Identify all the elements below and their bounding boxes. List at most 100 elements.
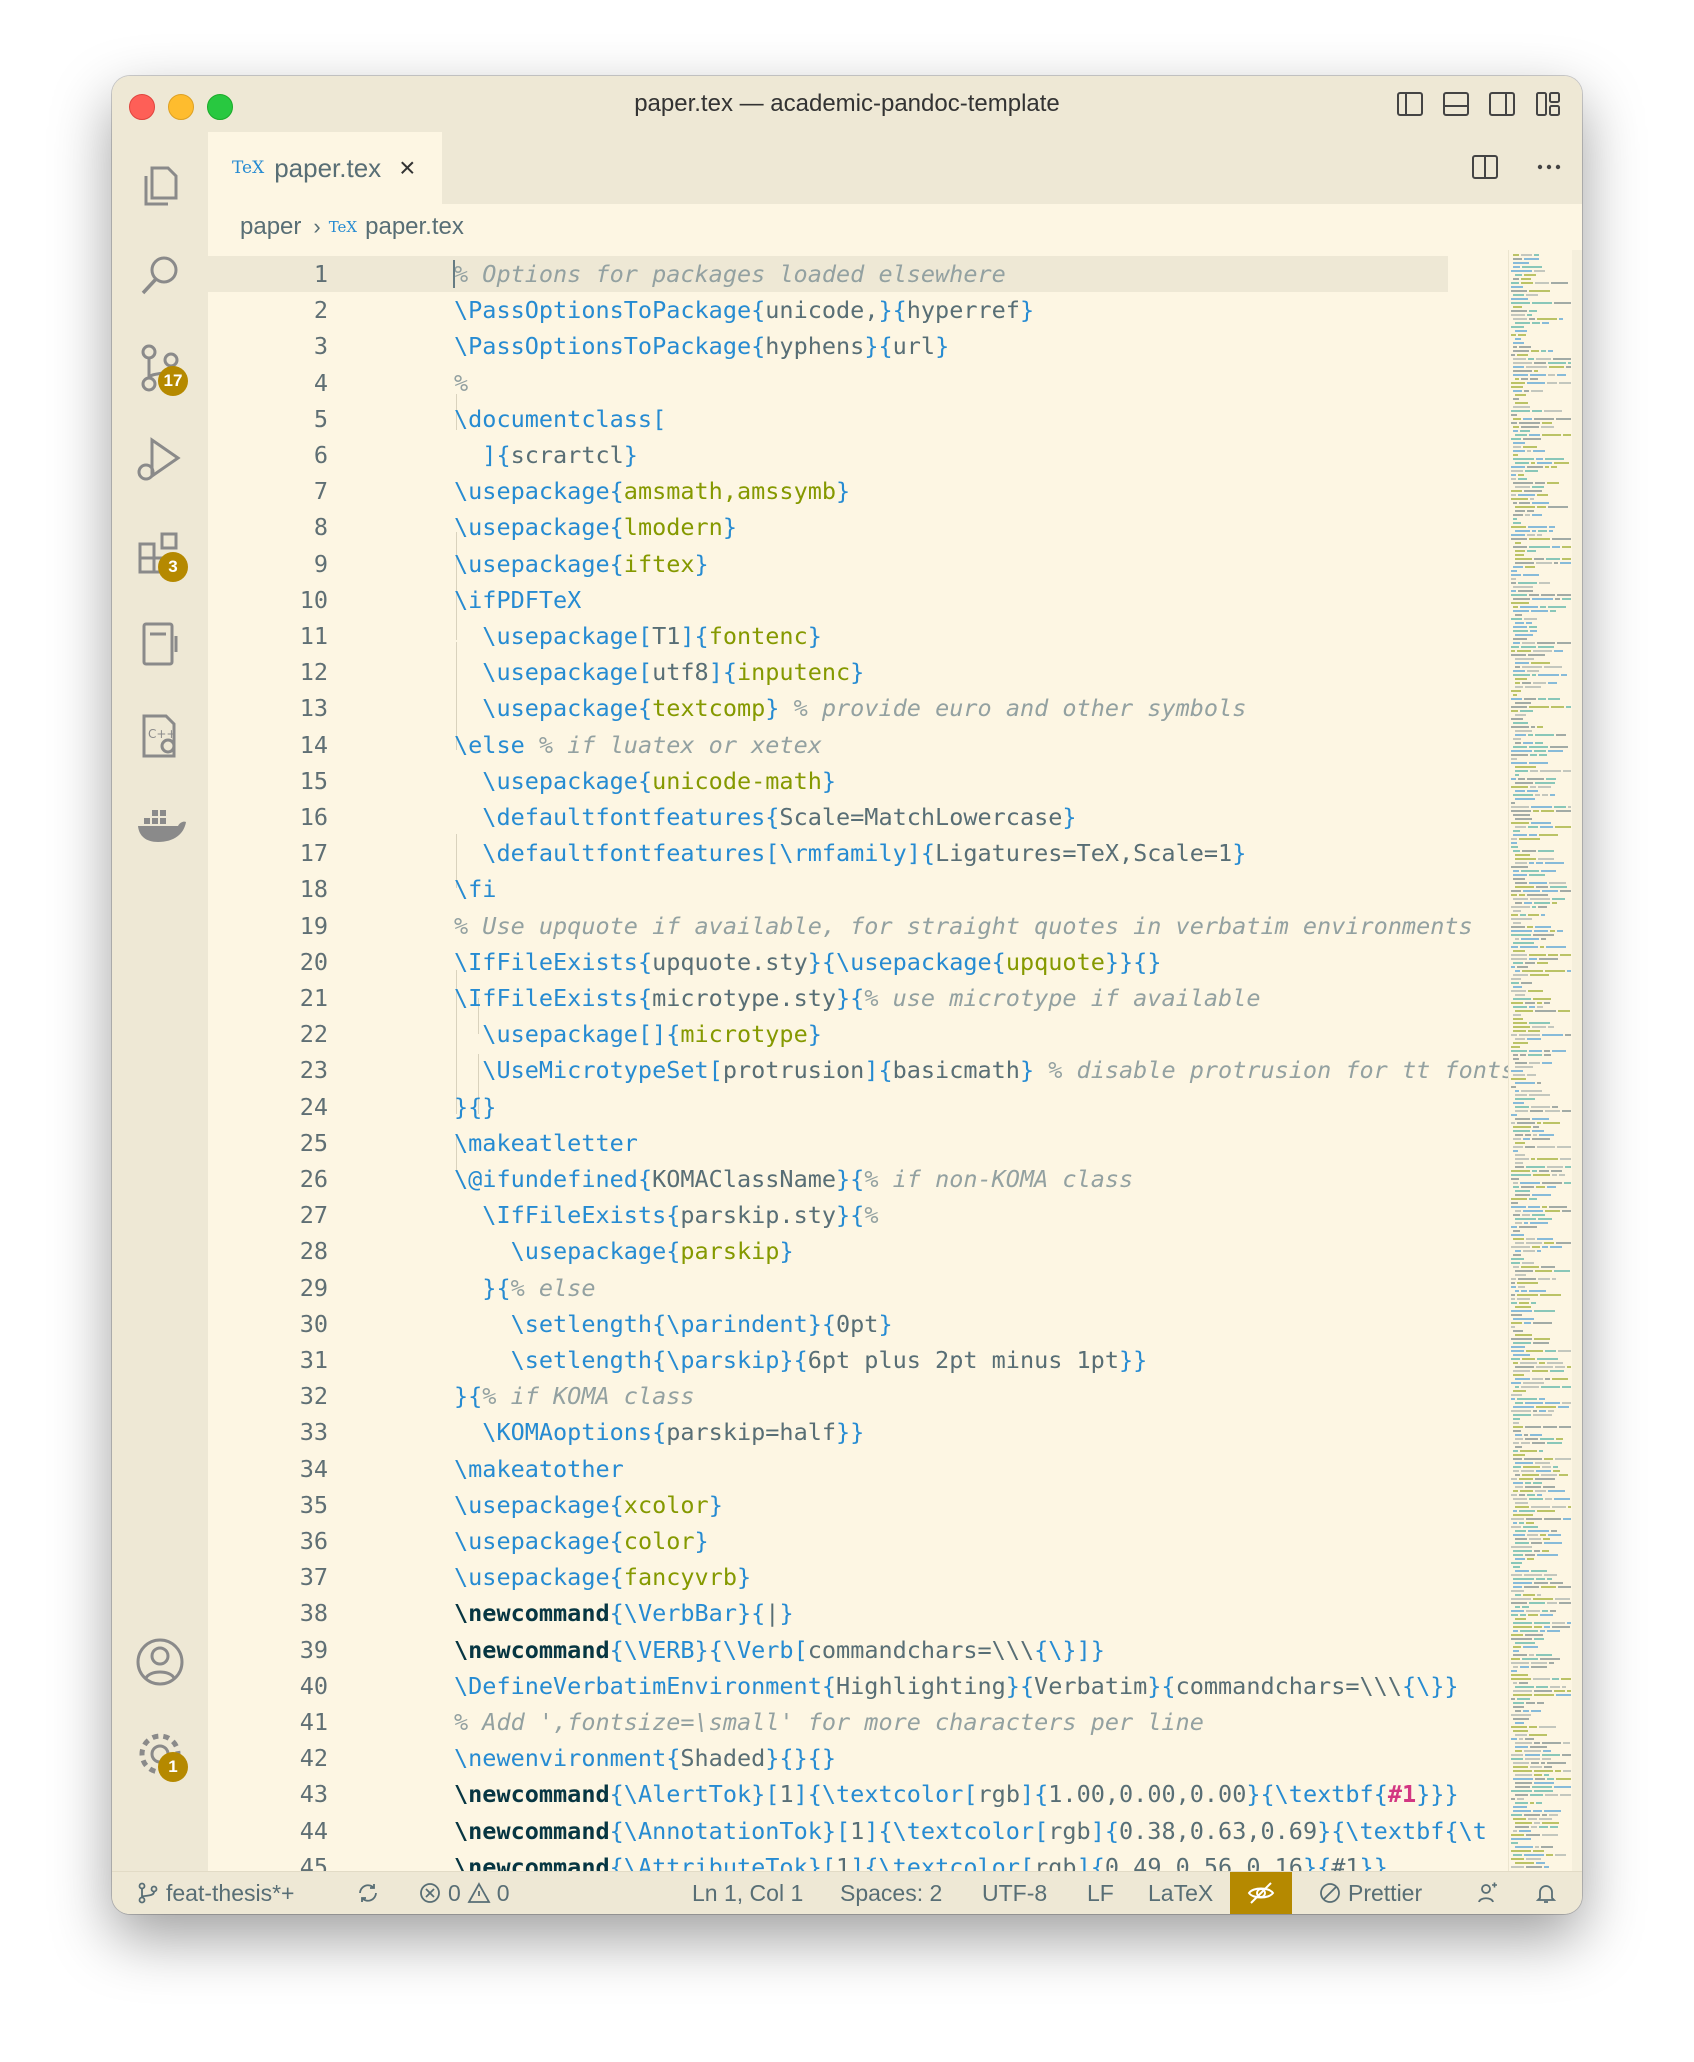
account-icon[interactable]: [132, 1634, 188, 1690]
code-line[interactable]: 17 \defaultfontfeatures[\rmfamily]{Ligat…: [208, 835, 1508, 871]
code-line[interactable]: 6 ]{scrartcl}: [208, 437, 1508, 473]
settings-gear-icon[interactable]: 1: [132, 1726, 188, 1782]
cursor-position[interactable]: Ln 1, Col 1: [692, 1872, 803, 1914]
source-control-icon[interactable]: 17: [132, 340, 188, 396]
problems-status[interactable]: 0 0: [418, 1872, 510, 1914]
code-line[interactable]: 38 \newcommand{\VerbBar}{|}: [208, 1595, 1508, 1631]
breadcrumb-file[interactable]: paper.tex: [365, 213, 464, 241]
feedback-icon[interactable]: [1476, 1872, 1500, 1914]
code-line[interactable]: 4%: [208, 365, 1508, 401]
code-line[interactable]: 25 \makeatletter: [208, 1125, 1508, 1161]
close-tab-icon[interactable]: ×: [399, 152, 415, 184]
code-line[interactable]: 35 \usepackage{xcolor}: [208, 1487, 1508, 1523]
code-line[interactable]: 29 }{% else: [208, 1270, 1508, 1306]
explorer-icon[interactable]: [132, 158, 188, 214]
tab-paper-tex[interactable]: TeX paper.tex ×: [208, 132, 442, 204]
minimap-line: [1515, 1742, 1532, 1744]
minimap-line: [1513, 1470, 1519, 1472]
code-line[interactable]: 27 \IfFileExists{parskip.sty}{%: [208, 1197, 1508, 1233]
code-editor[interactable]: 1 % Options for packages loaded elsewhere…: [208, 250, 1508, 1872]
eol-status[interactable]: LF: [1087, 1872, 1114, 1914]
code-line[interactable]: 16 \defaultfontfeatures{Scale=MatchLower…: [208, 799, 1508, 835]
prettier-status[interactable]: Prettier: [1318, 1872, 1422, 1914]
code-line[interactable]: 26 \@ifundefined{KOMAClassName}{% if non-…: [208, 1161, 1508, 1197]
docker-icon[interactable]: [132, 798, 188, 854]
minimap-line: [1558, 1350, 1571, 1352]
minimap-line: [1540, 1294, 1561, 1296]
code-line[interactable]: 39 \newcommand{\VERB}{\Verb[commandchars=…: [208, 1632, 1508, 1668]
code-line[interactable]: 43 \newcommand{\AlertTok}[1]{\textcolor[r…: [208, 1776, 1508, 1812]
minimap-line: [1552, 1678, 1559, 1680]
code-line[interactable]: 34 \makeatother: [208, 1451, 1508, 1487]
minimap-line: [1526, 1866, 1542, 1868]
extensions-icon[interactable]: 3: [132, 526, 188, 582]
sync-icon[interactable]: [356, 1872, 380, 1914]
code-line[interactable]: 19 % Use upquote if available, for straig…: [208, 908, 1508, 944]
code-line[interactable]: 10 \ifPDFTeX: [208, 582, 1508, 618]
code-line[interactable]: 36 \usepackage{color}: [208, 1523, 1508, 1559]
more-actions-icon[interactable]: [1534, 152, 1564, 187]
language-mode[interactable]: LaTeX: [1148, 1872, 1213, 1914]
cpp-config-icon[interactable]: C++: [132, 708, 188, 764]
notifications-bell-icon[interactable]: [1534, 1872, 1558, 1914]
toggle-secondary-sidebar-icon[interactable]: [1486, 88, 1518, 125]
code-line[interactable]: 31 \setlength{\parskip}{6pt plus 2pt min…: [208, 1342, 1508, 1378]
breadcrumb-folder[interactable]: paper: [240, 213, 301, 241]
minimap[interactable]: [1508, 250, 1573, 1872]
minimap-line: [1556, 1694, 1571, 1696]
code-line[interactable]: 28 \usepackage{parskip}: [208, 1233, 1508, 1269]
minimap-line: [1548, 606, 1566, 608]
split-editor-icon[interactable]: [1470, 152, 1500, 187]
toggle-primary-sidebar-icon[interactable]: [1394, 88, 1426, 125]
code-line[interactable]: 1 % Options for packages loaded elsewhere: [208, 256, 1448, 292]
code-line[interactable]: 8 \usepackage{lmodern}: [208, 509, 1508, 545]
code-line[interactable]: 7 \usepackage{amsmath,amssymb}: [208, 473, 1508, 509]
minimap-line: [1531, 1762, 1539, 1764]
code-line[interactable]: 42 \newenvironment{Shaded}{}{}: [208, 1740, 1508, 1776]
minimap-line: [1515, 1386, 1519, 1388]
code-line[interactable]: 3 \PassOptionsToPackage{hyphens}{url}: [208, 328, 1508, 364]
minimap-line: [1511, 1834, 1524, 1836]
code-line[interactable]: 30 \setlength{\parindent}{0pt}: [208, 1306, 1508, 1342]
minimap-line: [1527, 534, 1535, 536]
code-line[interactable]: 33 \KOMAoptions{parskip=half}}: [208, 1414, 1508, 1450]
code-line[interactable]: 18 \fi: [208, 871, 1508, 907]
minimap-line: [1511, 718, 1523, 720]
code-line[interactable]: 14 \else % if luatex or xetex: [208, 727, 1508, 763]
minimap-line: [1548, 750, 1563, 752]
minimap-line: [1532, 674, 1536, 676]
branch-status[interactable]: feat-thesis*+: [136, 1872, 295, 1914]
minimap-line: [1542, 1182, 1562, 1184]
code-line[interactable]: 45 \newcommand{\AttributeTok}[1]{\textcol…: [208, 1849, 1508, 1872]
indentation-status[interactable]: Spaces: 2: [840, 1872, 942, 1914]
run-debug-icon[interactable]: [132, 432, 188, 488]
notebook-icon[interactable]: [132, 616, 188, 672]
code-line[interactable]: 40 \DefineVerbatimEnvironment{Highlightin…: [208, 1668, 1508, 1704]
code-line[interactable]: 12 \usepackage[utf8]{inputenc}: [208, 654, 1508, 690]
code-line[interactable]: 11 \usepackage[T1]{fontenc}: [208, 618, 1508, 654]
code-line[interactable]: 22 \usepackage[]{microtype}: [208, 1016, 1508, 1052]
code-line[interactable]: 23 \UseMicrotypeSet[protrusion]{basicmat…: [208, 1052, 1508, 1088]
code-line[interactable]: 24}{}: [208, 1089, 1508, 1125]
minimap-line: [1513, 306, 1522, 308]
code-text: \defaultfontfeatures{Scale=MatchLowercas…: [482, 803, 1077, 831]
minimap-line: [1511, 602, 1529, 604]
code-line[interactable]: 32}{% if KOMA class: [208, 1378, 1508, 1414]
code-line[interactable]: 20 \IfFileExists{upquote.sty}{\usepackage…: [208, 944, 1508, 980]
search-icon[interactable]: [132, 248, 188, 304]
code-line[interactable]: 37 \usepackage{fancyvrb}: [208, 1559, 1508, 1595]
code-line[interactable]: 9 \usepackage{iftex}: [208, 546, 1508, 582]
live-share-icon[interactable]: [1230, 1872, 1292, 1914]
encoding-status[interactable]: UTF-8: [982, 1872, 1047, 1914]
code-line[interactable]: 44 \newcommand{\AnnotationTok}[1]{\textco…: [208, 1813, 1508, 1849]
vertical-scrollbar[interactable]: [1572, 250, 1582, 1872]
code-line[interactable]: 13 \usepackage{textcomp} % provide euro …: [208, 690, 1508, 726]
code-line[interactable]: 2 \PassOptionsToPackage{unicode,}{hyperre…: [208, 292, 1508, 328]
minimap-line: [1511, 1338, 1532, 1340]
code-line[interactable]: 21 \IfFileExists{microtype.sty}{% use mic…: [208, 980, 1508, 1016]
toggle-panel-icon[interactable]: [1440, 88, 1472, 125]
customize-layout-icon[interactable]: [1532, 88, 1564, 125]
code-line[interactable]: 41 % Add ',fontsize=\small' for more char…: [208, 1704, 1508, 1740]
code-line[interactable]: 5 \documentclass[: [208, 401, 1508, 437]
code-line[interactable]: 15 \usepackage{unicode-math}: [208, 763, 1508, 799]
